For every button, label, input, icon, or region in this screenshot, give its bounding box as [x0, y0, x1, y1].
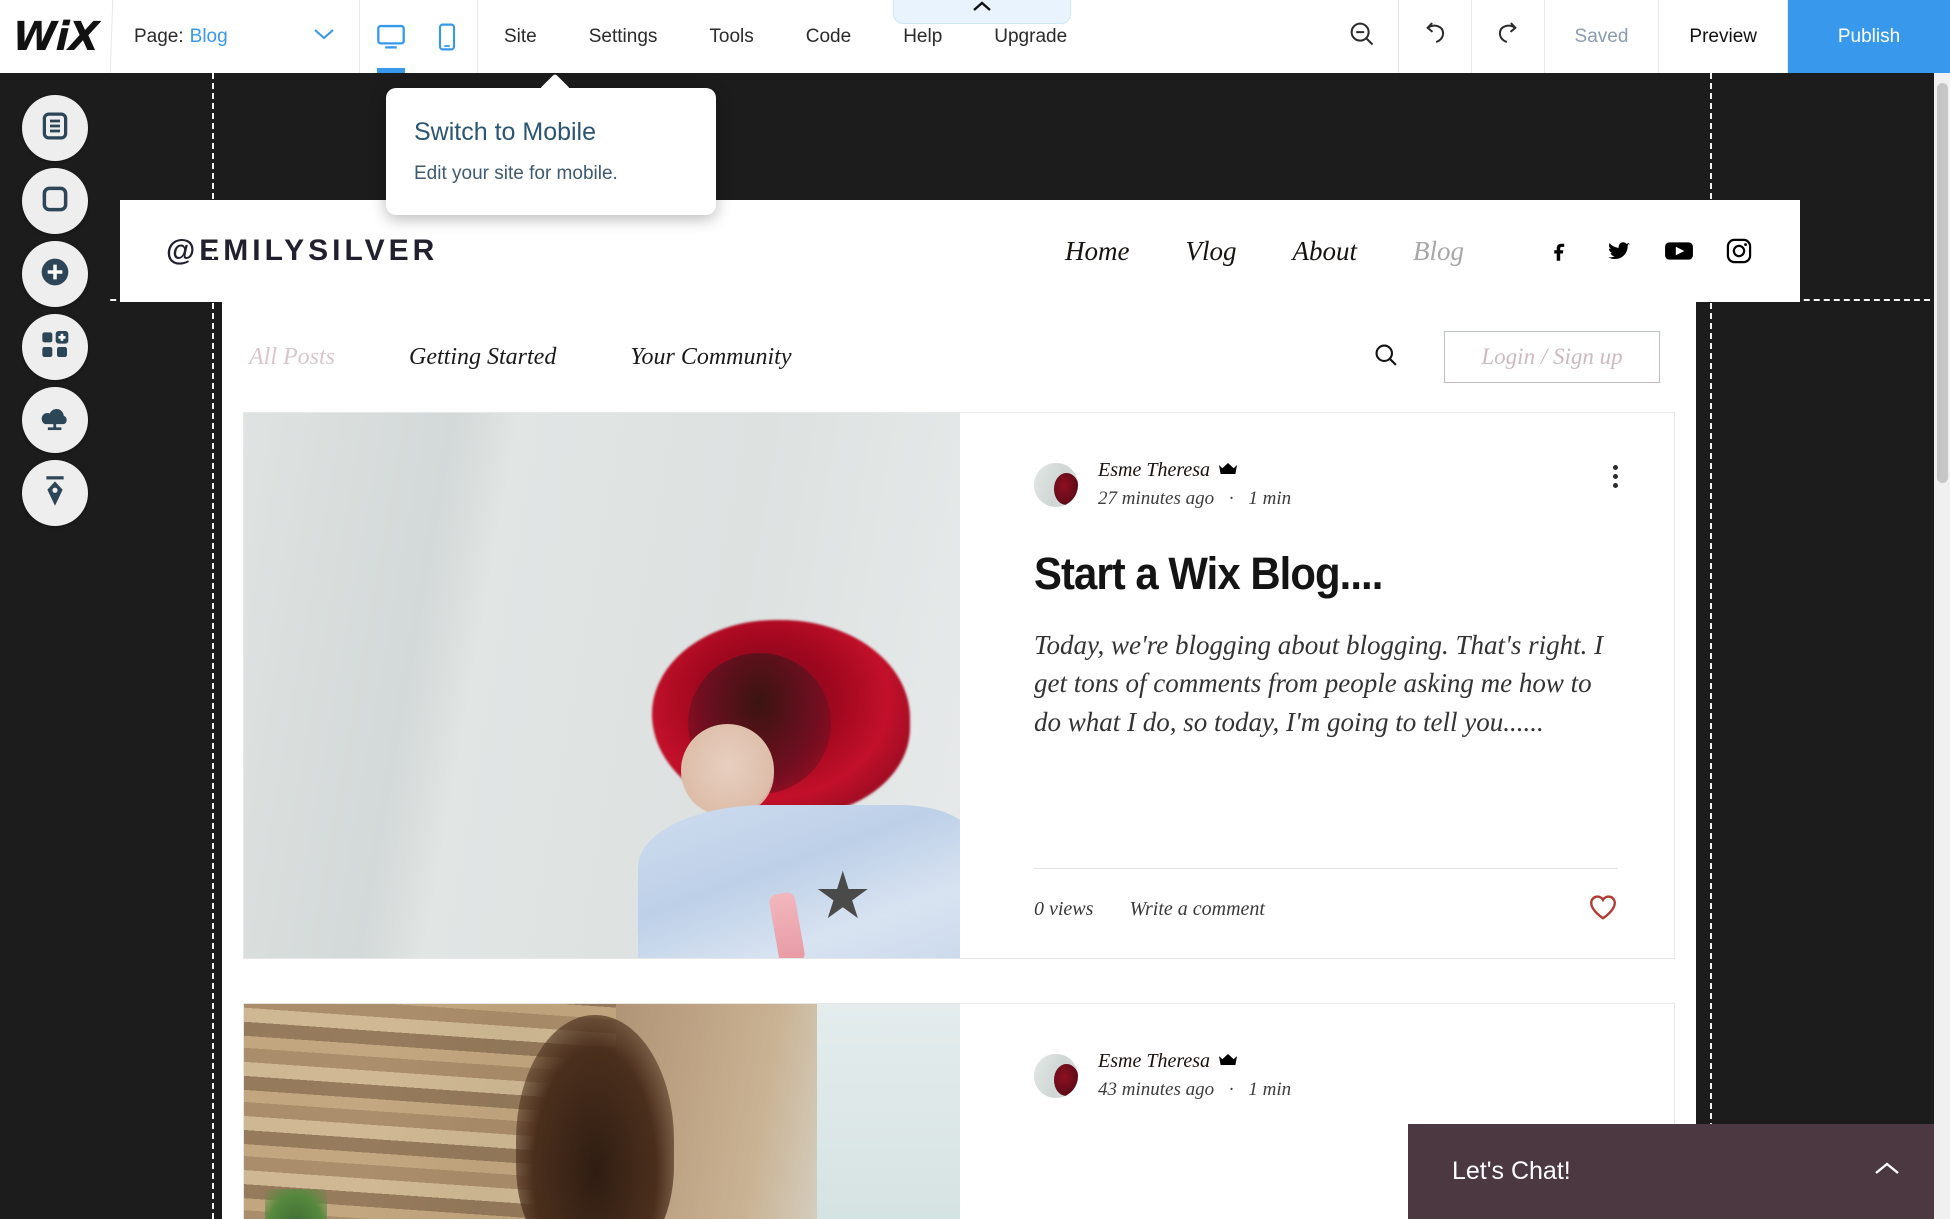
- blog-page: All Posts Getting Started Your Community…: [222, 302, 1696, 1219]
- blog-category-all-posts[interactable]: All Posts: [249, 344, 335, 371]
- save-status[interactable]: Saved: [1545, 0, 1660, 73]
- desktop-icon[interactable]: [374, 0, 408, 73]
- table-row[interactable]: Esme Theresa 27 minutes ago · 1 min Star…: [243, 412, 1675, 959]
- tooltip-title: Switch to Mobile: [414, 118, 597, 146]
- device-switcher: [360, 0, 478, 73]
- background-icon: [40, 184, 70, 219]
- redo-icon: [1493, 20, 1523, 53]
- post-view-count: 0 views: [1034, 898, 1094, 920]
- blog-category-bar: All Posts Getting Started Your Community…: [222, 302, 1696, 412]
- editor-top-bar: WiX Page: Blog Site Settings Tools Code …: [0, 0, 1950, 73]
- menu-item-code[interactable]: Code: [780, 0, 877, 73]
- youtube-icon[interactable]: [1664, 236, 1694, 266]
- canvas-scrollbar[interactable]: [1934, 73, 1950, 1219]
- post-title[interactable]: Start a Wix Blog....: [1034, 548, 1579, 600]
- pen-nib-icon: [43, 475, 67, 512]
- site-nav-about[interactable]: About: [1265, 236, 1386, 267]
- collapse-toolbar-button[interactable]: [893, 0, 1071, 24]
- post-timestamp: 43 minutes ago · 1 min: [1098, 1079, 1292, 1100]
- pages-icon: [40, 111, 70, 146]
- undo-button[interactable]: [1399, 0, 1472, 73]
- post-author-meta: Esme Theresa 27 minutes ago · 1 min: [1098, 459, 1291, 510]
- cloud-upload-icon: [39, 404, 71, 437]
- redo-button[interactable]: [1472, 0, 1545, 73]
- chat-widget[interactable]: Let's Chat!: [1408, 1124, 1950, 1219]
- image-detail-window: [816, 1004, 960, 1219]
- wix-logo[interactable]: WiX: [0, 0, 114, 73]
- site-header: @EMILYSILVER Home Vlog About Blog: [120, 200, 1800, 302]
- post-author-name: Esme Theresa: [1098, 459, 1211, 481]
- plus-icon: [39, 256, 71, 293]
- editor-left-sidebar: [0, 73, 110, 1219]
- menu-item-tools[interactable]: Tools: [683, 0, 779, 73]
- editor-canvas: @EMILYSILVER Home Vlog About Blog All Po…: [0, 73, 1950, 1219]
- chevron-up-icon: [971, 0, 993, 19]
- undo-icon: [1420, 20, 1450, 53]
- blog-category-your-community[interactable]: Your Community: [630, 344, 791, 371]
- search-icon[interactable]: [1372, 341, 1400, 374]
- menu-item-site[interactable]: Site: [478, 0, 563, 73]
- post-timestamp: 27 minutes ago · 1 min: [1098, 488, 1292, 509]
- post-author-name: Esme Theresa: [1098, 1050, 1211, 1072]
- site-nav-home[interactable]: Home: [1037, 236, 1157, 267]
- editor-actions: Saved Preview Publish: [1326, 0, 1950, 73]
- site-nav: Home Vlog About Blog: [1037, 236, 1492, 267]
- post-thumbnail-1[interactable]: [244, 413, 960, 958]
- zoom-out-icon: [1347, 19, 1377, 54]
- post-thumbnail-2[interactable]: [244, 1004, 960, 1219]
- sidebar-item-add-elements[interactable]: [22, 241, 88, 307]
- write-comment-link[interactable]: Write a comment: [1129, 898, 1265, 921]
- site-nav-vlog[interactable]: Vlog: [1158, 236, 1265, 267]
- site-brand: @EMILYSILVER: [166, 234, 439, 267]
- tooltip-body: Edit your site for mobile.: [414, 163, 618, 184]
- sidebar-item-blog[interactable]: [22, 460, 88, 526]
- post-image-man: [244, 1004, 960, 1219]
- post-footer: 0 views Write a comment: [1034, 868, 1618, 926]
- avatar[interactable]: [1034, 462, 1078, 507]
- image-detail-plant: [265, 1189, 328, 1219]
- chevron-up-icon[interactable]: [1872, 1159, 1902, 1184]
- crown-icon: [1218, 459, 1238, 482]
- mobile-icon[interactable]: [430, 0, 464, 73]
- guide-left: [212, 73, 214, 1219]
- post-author-meta: Esme Theresa 43 minutes ago · 1 min: [1098, 1050, 1291, 1101]
- post-excerpt: Today, we're blogging about blogging. Th…: [1034, 630, 1604, 737]
- chat-label: Let's Chat!: [1452, 1157, 1571, 1185]
- preview-button[interactable]: Preview: [1659, 0, 1788, 73]
- post-author-row: Esme Theresa 43 minutes ago · 1 min: [1034, 1050, 1620, 1101]
- menu-item-settings[interactable]: Settings: [563, 0, 684, 73]
- publish-button[interactable]: Publish: [1788, 0, 1950, 73]
- scrollbar-thumb[interactable]: [1937, 83, 1948, 483]
- apps-grid-plus-icon: [39, 329, 71, 366]
- post-body-1: Esme Theresa 27 minutes ago · 1 min Star…: [960, 413, 1674, 958]
- switch-to-mobile-tooltip: Switch to Mobile Edit your site for mobi…: [386, 88, 716, 215]
- guide-right: [1710, 73, 1712, 1219]
- blog-category-getting-started[interactable]: Getting Started: [409, 344, 556, 371]
- post-author-row: Esme Theresa 27 minutes ago · 1 min: [1034, 459, 1620, 510]
- page-selector-value: Blog: [189, 25, 228, 47]
- sidebar-item-add-apps[interactable]: [22, 314, 88, 380]
- login-signup-button[interactable]: Login / Sign up: [1444, 331, 1660, 383]
- sidebar-item-menus-and-pages[interactable]: [22, 95, 88, 161]
- chevron-down-icon[interactable]: [311, 26, 337, 47]
- avatar[interactable]: [1034, 1053, 1078, 1098]
- post-image-woman: [244, 413, 960, 958]
- site-nav-blog[interactable]: Blog: [1385, 236, 1492, 267]
- instagram-icon[interactable]: [1724, 236, 1754, 266]
- sidebar-item-background[interactable]: [22, 168, 88, 234]
- twitter-icon[interactable]: [1604, 236, 1634, 266]
- sidebar-item-my-uploads[interactable]: [22, 387, 88, 453]
- page-selector[interactable]: Page: Blog: [112, 0, 360, 73]
- facebook-icon[interactable]: [1544, 236, 1574, 266]
- guide-header-bottom: [0, 299, 1950, 301]
- page-selector-label: Page:: [134, 25, 184, 47]
- image-detail-face: [680, 723, 774, 817]
- more-vertical-icon[interactable]: [1613, 465, 1618, 488]
- social-links: [1544, 236, 1754, 266]
- heart-icon[interactable]: [1588, 893, 1618, 926]
- post-author-name-row: Esme Theresa: [1098, 1050, 1291, 1073]
- post-author-name-row: Esme Theresa: [1098, 459, 1291, 482]
- zoom-out-button[interactable]: [1326, 0, 1399, 73]
- crown-icon: [1218, 1050, 1238, 1073]
